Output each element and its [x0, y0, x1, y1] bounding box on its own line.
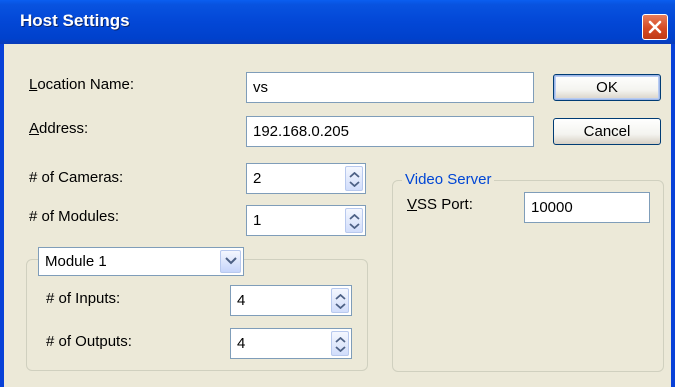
- spin-up-icon: [335, 294, 346, 300]
- location-name-label-rest: ocation Name:: [37, 76, 135, 93]
- ok-button[interactable]: OK: [553, 74, 661, 101]
- spin-down-icon: [335, 303, 346, 309]
- outputs-label: # of Outputs:: [46, 333, 132, 350]
- close-icon: [648, 20, 662, 34]
- cameras-spin-buttons[interactable]: [345, 166, 363, 191]
- modules-spinbox[interactable]: 1: [246, 205, 366, 236]
- module-select[interactable]: Module 1: [38, 247, 244, 276]
- address-label: Address:: [29, 120, 89, 137]
- vss-port-input[interactable]: 10000: [524, 192, 650, 223]
- module-select-value: Module 1: [45, 253, 107, 270]
- cameras-label: # of Cameras:: [29, 169, 124, 186]
- module-select-arrow[interactable]: [220, 250, 241, 273]
- spin-down-icon: [349, 223, 360, 229]
- outputs-spinbox[interactable]: 4: [230, 328, 352, 359]
- spin-down-icon: [349, 181, 360, 187]
- modules-label: # of Modules:: [29, 208, 120, 225]
- cameras-spinbox[interactable]: 2: [246, 163, 366, 194]
- video-server-title: Video Server: [402, 171, 495, 188]
- cancel-button[interactable]: Cancel: [553, 118, 661, 145]
- outputs-spin-buttons[interactable]: [331, 331, 349, 356]
- inputs-spinbox[interactable]: 4: [230, 285, 352, 316]
- location-name-input[interactable]: vs: [246, 72, 534, 103]
- host-settings-dialog: Host Settings Location Name: vs Address:…: [0, 0, 675, 387]
- inputs-value: 4: [237, 292, 246, 309]
- address-input[interactable]: 192.168.0.205: [246, 116, 534, 147]
- location-name-label: Location Name:: [29, 76, 135, 93]
- modules-spin-buttons[interactable]: [345, 208, 363, 233]
- chevron-down-icon: [225, 257, 237, 265]
- spin-up-icon: [335, 337, 346, 343]
- vss-port-label-rest: SS Port:: [417, 196, 473, 213]
- address-label-rest: ddress:: [39, 120, 89, 137]
- spin-up-icon: [349, 214, 360, 220]
- title-bar[interactable]: Host Settings: [0, 0, 675, 44]
- spin-up-icon: [349, 172, 360, 178]
- window-title: Host Settings: [20, 11, 130, 30]
- inputs-spin-buttons[interactable]: [331, 288, 349, 313]
- outputs-value: 4: [237, 335, 246, 352]
- cameras-value: 2: [253, 170, 262, 187]
- modules-value: 1: [253, 212, 262, 229]
- spin-down-icon: [335, 346, 346, 352]
- inputs-label: # of Inputs:: [46, 290, 121, 307]
- close-button[interactable]: [642, 14, 668, 40]
- vss-port-label: VSS Port:: [407, 196, 473, 213]
